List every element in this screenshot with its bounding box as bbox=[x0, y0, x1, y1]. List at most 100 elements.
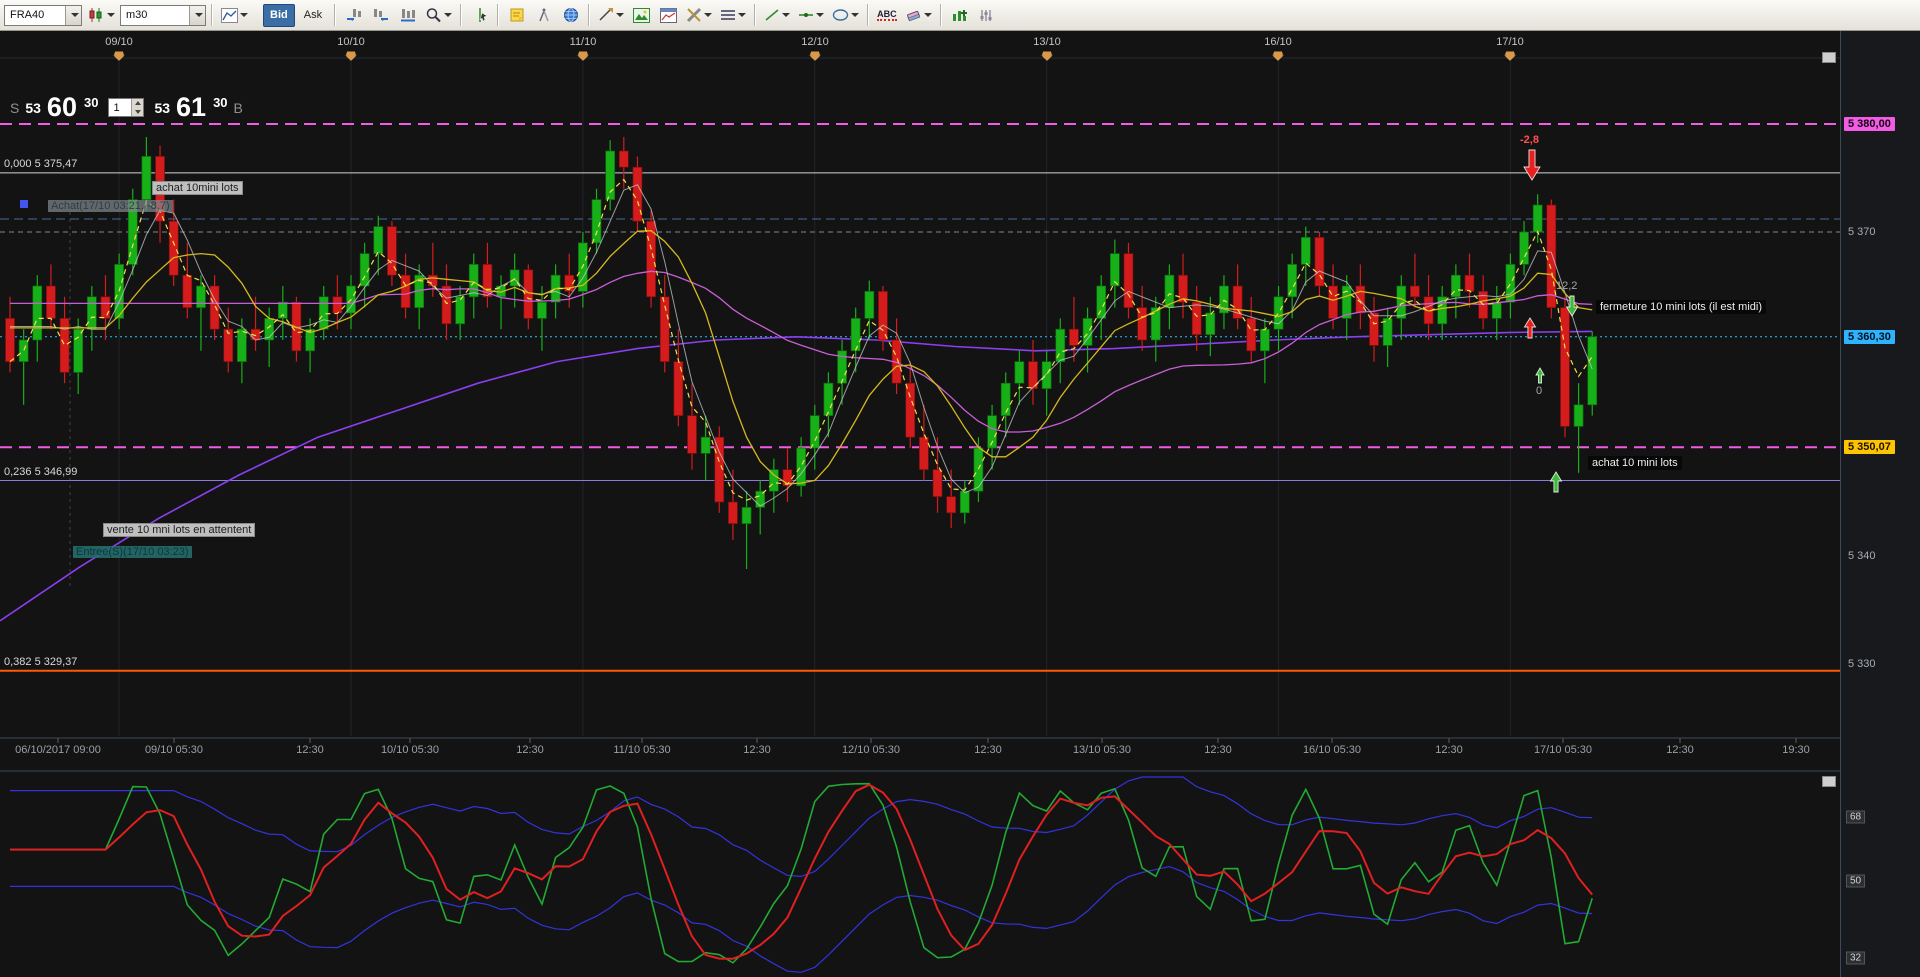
top-date-label: 11/10 bbox=[570, 36, 597, 48]
instrument-dropdown-button[interactable] bbox=[65, 6, 81, 25]
image-icon bbox=[633, 8, 650, 23]
chevron-down-icon bbox=[195, 13, 203, 17]
chevron-down-icon bbox=[704, 13, 712, 17]
timeframe-value: m30 bbox=[121, 9, 189, 21]
timeframe-dropdown-button[interactable] bbox=[189, 6, 205, 25]
indicators-button[interactable] bbox=[717, 4, 749, 27]
crosshair-cursor-icon bbox=[472, 7, 488, 23]
new-chart-window-button[interactable] bbox=[656, 4, 681, 27]
main-panel-button[interactable] bbox=[1822, 52, 1836, 63]
chevron-down-icon bbox=[240, 13, 248, 17]
chart-canvas[interactable] bbox=[0, 0, 1920, 977]
fib-level-label: 0,000 5 375,47 bbox=[4, 158, 77, 170]
time-axis-label: 06/10/2017 09:00 bbox=[15, 744, 101, 756]
settings-sliders-button[interactable] bbox=[974, 4, 999, 27]
chevron-down-icon bbox=[444, 13, 452, 17]
annotation-close-note: fermeture 10 mini lots (il est midi) bbox=[1596, 300, 1766, 314]
annotation-gain-value: 12,2 bbox=[1556, 280, 1577, 292]
toolbar-separator bbox=[754, 4, 756, 26]
quote-display: S 53 60 30 1 53 61 30 B bbox=[10, 95, 243, 119]
scroll-back-button[interactable] bbox=[341, 4, 366, 27]
toolbar-separator bbox=[497, 4, 499, 26]
price-axis-label: 5 370 bbox=[1844, 225, 1880, 239]
annotation-achat-info: Achat(17/10 03:21, -8,7) bbox=[48, 200, 173, 212]
sell-prefix: S bbox=[10, 100, 19, 119]
bid-thousands: 53 bbox=[25, 100, 41, 119]
magnifier-icon bbox=[425, 7, 442, 23]
chevron-down-icon bbox=[738, 13, 746, 17]
globe-icon bbox=[563, 7, 579, 23]
chevron-down-icon bbox=[851, 13, 859, 17]
top-date-label: 12/10 bbox=[801, 36, 829, 48]
zoom-fit-button[interactable] bbox=[395, 4, 420, 27]
line-tool-button[interactable] bbox=[761, 4, 793, 27]
bid-button[interactable]: Bid bbox=[263, 4, 295, 27]
web-button[interactable] bbox=[558, 4, 583, 27]
ask-decimals: 30 bbox=[213, 95, 227, 110]
time-axis-label: 12:30 bbox=[296, 744, 324, 756]
add-chart-button[interactable] bbox=[947, 4, 972, 27]
chart-type-button[interactable] bbox=[218, 4, 251, 27]
ask-price: 61 bbox=[176, 95, 206, 119]
time-axis-label: 13/10 05:30 bbox=[1073, 744, 1131, 756]
indicator-lines-icon bbox=[720, 8, 736, 22]
timeframe-select[interactable]: m30 bbox=[120, 5, 206, 26]
time-axis-label: 12:30 bbox=[974, 744, 1002, 756]
annotation-loss-value: -2,8 bbox=[1520, 134, 1539, 146]
trendline-tool-button[interactable] bbox=[595, 4, 627, 27]
instrument-value: FRA40 bbox=[5, 9, 65, 21]
annotation-zero-value: 0 bbox=[1536, 385, 1542, 397]
price-axis-label: 5 360,30 bbox=[1844, 330, 1895, 344]
ellipse-tool-button[interactable] bbox=[829, 4, 862, 27]
bid-price: 60 bbox=[47, 95, 77, 119]
note-icon bbox=[509, 7, 525, 23]
abc-text-icon: ABC bbox=[877, 9, 897, 21]
chevron-down-icon bbox=[107, 13, 115, 17]
time-axis-label: 19:30 bbox=[1782, 744, 1810, 756]
quantity-stepper[interactable]: 1 bbox=[108, 98, 144, 117]
time-axis-label: 12:30 bbox=[516, 744, 544, 756]
time-axis-label: 12:30 bbox=[1204, 744, 1232, 756]
price-axis-label: 5 350,07 bbox=[1844, 440, 1895, 454]
note-tool-button[interactable] bbox=[504, 4, 529, 27]
compass-tool-button[interactable] bbox=[531, 4, 556, 27]
price-axis-label: 5 380,00 bbox=[1844, 117, 1895, 131]
zoom-button[interactable] bbox=[422, 4, 455, 27]
drawing-tools-button[interactable] bbox=[683, 4, 715, 27]
horizontal-line-tool-button[interactable] bbox=[795, 4, 827, 27]
ask-thousands: 53 bbox=[154, 100, 170, 119]
toolbar-separator bbox=[460, 4, 462, 26]
candlestick-icon bbox=[87, 7, 105, 23]
cursor-tool-button[interactable] bbox=[467, 4, 492, 27]
quantity-down-button[interactable] bbox=[132, 108, 143, 117]
screenshot-button[interactable] bbox=[629, 4, 654, 27]
line-chart-icon bbox=[221, 8, 238, 23]
indicator-axis-label: 32 bbox=[1846, 952, 1865, 965]
time-axis-label: 17/10 05:30 bbox=[1534, 744, 1592, 756]
ask-button[interactable]: Ask bbox=[297, 4, 329, 27]
price-axis-label: 5 340 bbox=[1844, 549, 1880, 563]
text-tool-button[interactable]: ABC bbox=[874, 4, 900, 27]
fib-level-label: 0,236 5 346,99 bbox=[4, 466, 77, 478]
quantity-value: 1 bbox=[109, 99, 131, 116]
chart-plus-icon bbox=[951, 8, 968, 23]
time-axis-label: 10/10 05:30 bbox=[381, 744, 439, 756]
top-date-label: 16/10 bbox=[1264, 36, 1292, 48]
time-axis-label: 16/10 05:30 bbox=[1303, 744, 1361, 756]
top-date-label: 17/10 bbox=[1496, 36, 1524, 48]
crossed-tools-icon bbox=[686, 7, 702, 23]
chevron-down-icon bbox=[816, 13, 824, 17]
eraser-button[interactable] bbox=[902, 4, 935, 27]
indicator-axis-label: 68 bbox=[1846, 811, 1865, 824]
quantity-up-button[interactable] bbox=[132, 99, 143, 108]
scroll-forward-button[interactable] bbox=[368, 4, 393, 27]
instrument-select[interactable]: FRA40 bbox=[4, 5, 82, 26]
main-toolbar: FRA40 m30 Bid Ask bbox=[0, 0, 1920, 31]
annotation-entry-info: Entree(S)(17/10 03:23) bbox=[73, 546, 192, 558]
time-axis-label: 12:30 bbox=[1435, 744, 1463, 756]
annotation-sell-pending-label: vente 10 mni lots en attentent bbox=[103, 523, 255, 537]
ask-label: Ask bbox=[300, 9, 326, 21]
display-style-button[interactable] bbox=[84, 4, 118, 27]
history-back-icon bbox=[345, 7, 363, 23]
indicator-panel-button[interactable] bbox=[1822, 776, 1836, 787]
